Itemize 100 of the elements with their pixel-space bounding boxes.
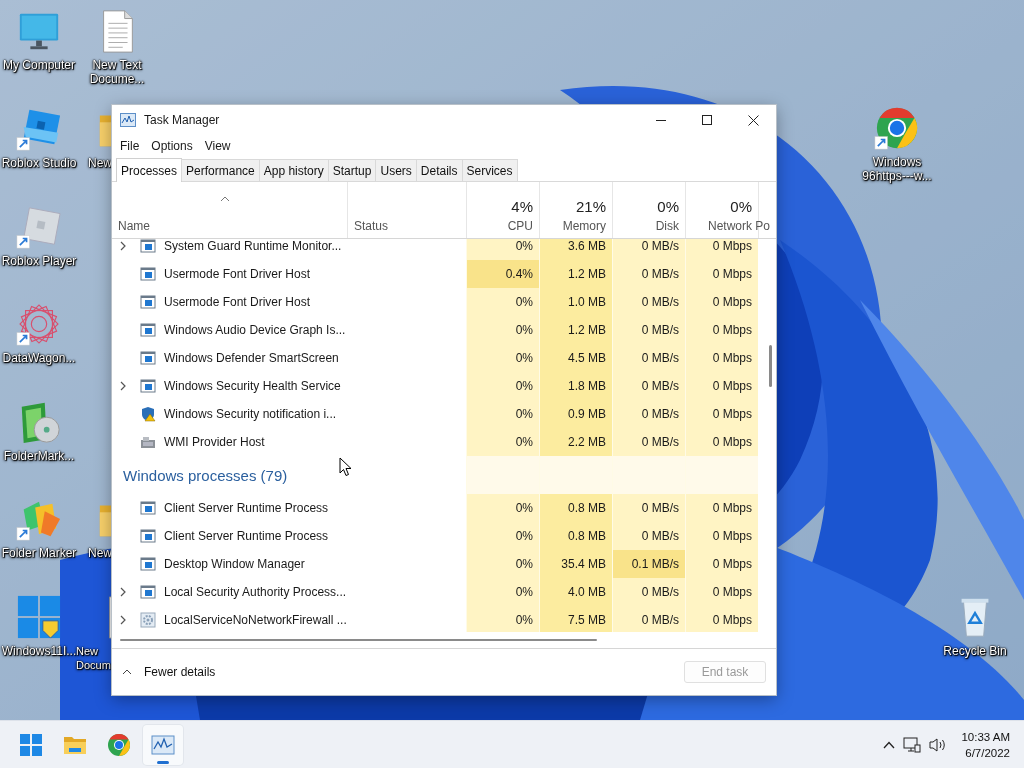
table-cell: 0 Mbps [685, 260, 758, 288]
process-name[interactable]: System Guard Runtime Monitor... [164, 239, 342, 253]
process-name[interactable]: Windows Audio Device Graph Is... [164, 323, 346, 337]
scrollbar-thumb[interactable] [120, 639, 597, 641]
tab[interactable]: Performance [181, 159, 260, 181]
table-cell: 0 Mbps [685, 550, 758, 578]
table-cell: 0 MB/s [612, 578, 685, 606]
table-cell: 0% [466, 372, 539, 400]
process-name[interactable]: Usermode Font Driver Host [164, 295, 311, 309]
table-cell: 0 MB/s [612, 494, 685, 522]
network-icon[interactable] [903, 736, 922, 753]
window-icon [140, 584, 156, 600]
column-header[interactable]: Po [755, 219, 770, 233]
window-icon [140, 500, 156, 516]
table-cell: 0% [466, 578, 539, 606]
table-cell: 4.0 MB [539, 578, 612, 606]
table-cell: 0% [466, 522, 539, 550]
table-cell: 0 Mbps [685, 400, 758, 428]
table-cell: 1.0 MB [539, 288, 612, 316]
minimize-icon [656, 119, 666, 121]
desktop-icon-label[interactable]: Recycle Bin [936, 644, 1014, 658]
table-cell: 0 Mbps [685, 372, 758, 400]
window-icon [140, 322, 156, 338]
table-cell: 0% [466, 606, 539, 632]
table-cell: 0% [466, 494, 539, 522]
tab[interactable]: Users [375, 159, 417, 181]
activity-graph-icon [151, 732, 175, 757]
table-cell: 4.5 MB [539, 344, 612, 372]
table-cell: 0 Mbps [685, 344, 758, 372]
process-name[interactable]: Usermode Font Driver Host [164, 267, 311, 281]
column-header[interactable]: Disk [655, 219, 679, 233]
table-cell: 0% [466, 288, 539, 316]
window-icon [140, 294, 156, 310]
table-cell: 0 Mbps [685, 522, 758, 550]
table-cell: 0 Mbps [685, 288, 758, 316]
menu-item[interactable]: Options [145, 139, 199, 153]
column-header[interactable]: Name [118, 219, 341, 233]
pointer-icon [339, 457, 352, 477]
table-cell: 0.4% [466, 260, 539, 288]
process-name[interactable]: Windows Defender SmartScreen [164, 351, 339, 365]
table-cell: 0 Mbps [685, 606, 758, 632]
close-icon [747, 114, 759, 126]
column-header[interactable]: Network [708, 219, 752, 233]
scrollbar-thumb[interactable] [769, 345, 772, 387]
menu-item[interactable]: File [114, 139, 146, 153]
table-cell: 0 MB/s [612, 260, 685, 288]
expand-chevron-icon[interactable] [120, 381, 126, 391]
table-cell: 0% [466, 344, 539, 372]
taskbar-app-button[interactable] [143, 724, 183, 765]
tab[interactable]: Startup [327, 159, 377, 181]
windows-logo-icon[interactable] [16, 594, 62, 640]
table-cell: 35.4 MB [539, 550, 612, 578]
table-cell: 0.8 MB [539, 522, 612, 550]
column-header[interactable]: Status [354, 219, 460, 233]
expand-chevron-icon[interactable] [120, 615, 126, 625]
menu-item[interactable]: View [198, 139, 237, 153]
process-name[interactable]: Windows Security notification i... [164, 407, 337, 421]
usage-total: 21% [575, 198, 606, 215]
table-cell: 0 MB/s [612, 428, 685, 456]
tab[interactable]: App history [258, 159, 329, 181]
tab[interactable]: Services [461, 159, 518, 181]
chevron-up-icon[interactable] [883, 740, 896, 749]
process-name[interactable]: LocalServiceNoNetworkFirewall ... [164, 613, 347, 627]
table-cell: 0% [466, 550, 539, 578]
speaker-icon[interactable] [929, 736, 948, 753]
process-name[interactable]: Client Server Runtime Process [164, 501, 329, 515]
browser-icon[interactable] [874, 105, 920, 151]
gear-icon [140, 612, 156, 628]
clock-date[interactable]: 6/7/2022 [965, 744, 1010, 761]
usage-total: 0% [657, 198, 679, 215]
table-cell: 3.6 MB [539, 239, 612, 260]
expand-chevron-icon[interactable] [120, 241, 126, 251]
usage-total: 0% [730, 198, 752, 215]
window-icon [140, 378, 156, 394]
table-cell: 0% [466, 316, 539, 344]
process-name[interactable]: Windows Security Health Service [164, 379, 341, 393]
desktop-icon-label[interactable]: New Docum [76, 644, 112, 672]
clock-time[interactable]: 10:33 AM [961, 728, 1010, 745]
table-cell: 0 MB/s [612, 288, 685, 316]
fewer-details-toggle[interactable]: Fewer details [122, 665, 216, 679]
tab[interactable]: Details [415, 159, 463, 181]
column-header[interactable]: Memory [562, 219, 606, 233]
table-cell: 2.2 MB [539, 428, 612, 456]
expand-chevron-icon[interactable] [120, 587, 126, 597]
window-icon [140, 266, 156, 282]
window-icon [140, 528, 156, 544]
table-cell: 0 MB/s [612, 316, 685, 344]
process-name[interactable]: Client Server Runtime Process [164, 529, 329, 543]
window-icon [140, 350, 156, 366]
shield-warning-icon [140, 406, 156, 422]
window-title: Task Manager [144, 113, 220, 127]
table-cell: 0 Mbps [685, 316, 758, 344]
process-name[interactable]: WMI Provider Host [164, 435, 265, 449]
activity-graph-icon [120, 113, 136, 127]
tab[interactable]: Processes [116, 158, 183, 182]
desktop-icon-label[interactable]: New [88, 546, 112, 560]
table-cell: 1.8 MB [539, 372, 612, 400]
column-header[interactable]: CPU [507, 219, 533, 233]
process-name[interactable]: Local Security Authority Process... [164, 585, 347, 599]
process-name[interactable]: Desktop Window Manager [164, 557, 305, 571]
